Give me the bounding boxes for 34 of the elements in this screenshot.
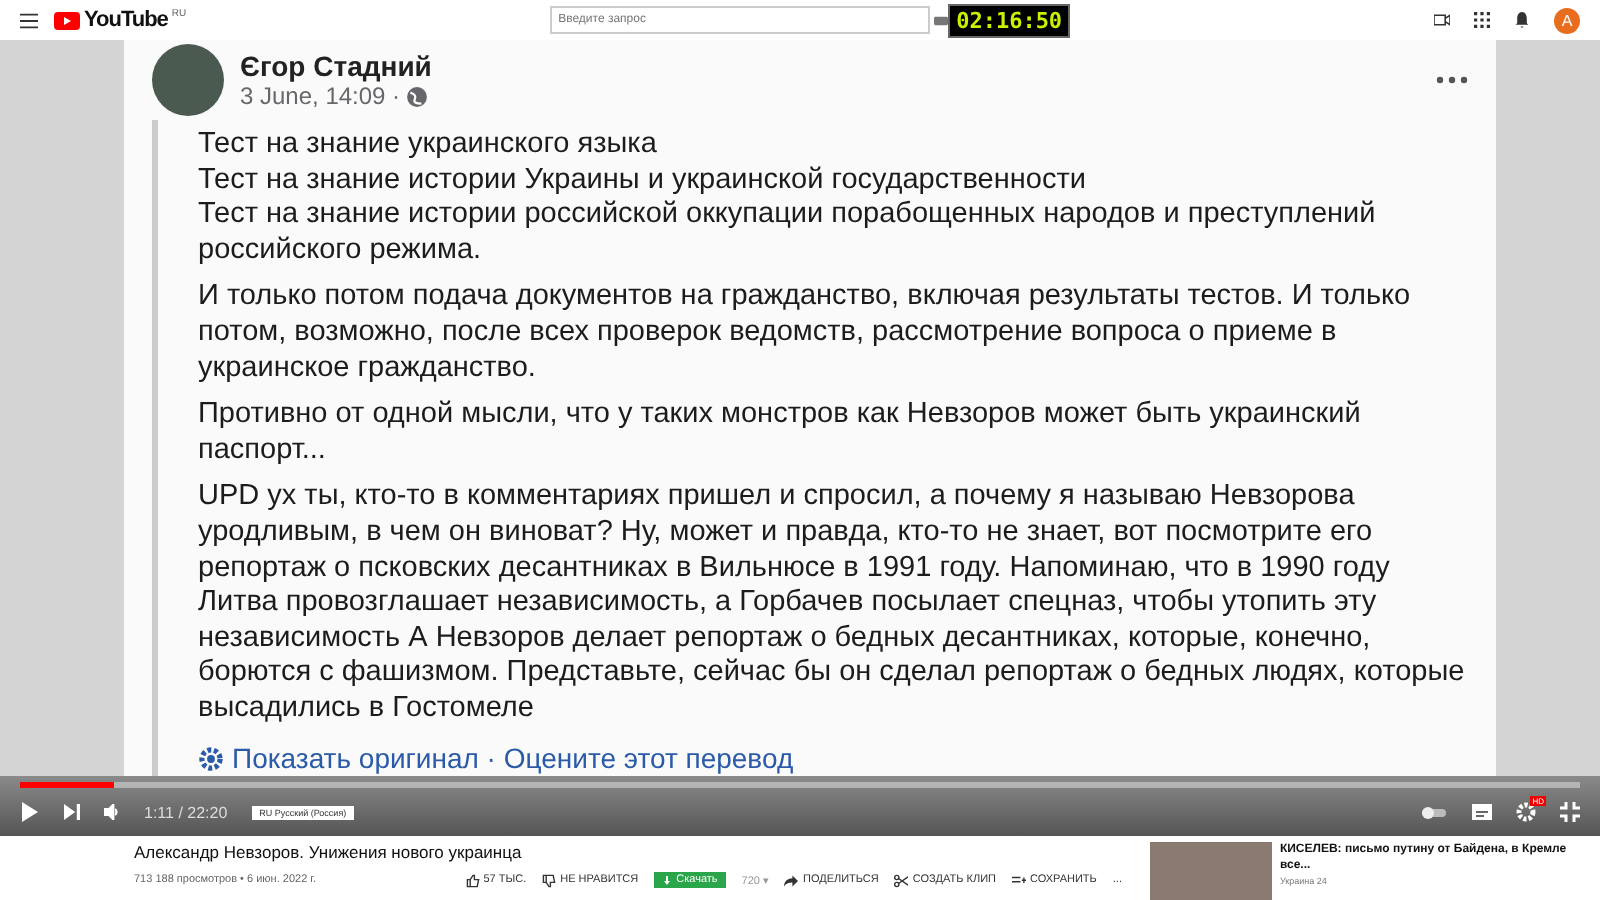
scissors-icon[interactable] [894,873,909,887]
share-arrow-icon[interactable] [784,873,799,887]
progress-track[interactable] [20,782,1580,788]
translation-link[interactable]: Показать оригинал · Оцените этот перевод [232,742,794,774]
thumbs-down-icon[interactable] [542,873,557,887]
avatar-placeholder [152,44,224,116]
autoplay-toggle[interactable] [1420,805,1448,819]
volume-icon[interactable] [104,804,120,820]
apps-grid-icon[interactable] [1474,12,1490,28]
bell-icon[interactable] [1514,12,1530,28]
gear-icon [198,745,224,771]
post-date: 3 June, 14:09 · [240,82,401,110]
play-icon[interactable] [20,802,40,822]
play-logo-icon [54,11,80,29]
download-icon[interactable] [662,875,673,885]
post-paragraph: И только потом подача документов на гражданство, включая результаты тестов. И только потом, возможно, после всех проверок ведомств, рассмотрение вопроса о приеме в украинское гражданство. [198,280,1413,387]
exit-fullscreen-icon[interactable] [1560,802,1580,822]
add-to-playlist-icon[interactable] [1011,873,1026,887]
logo-text[interactable]: YouTube [84,8,168,32]
video-camera-icon[interactable] [1434,12,1450,28]
post-paragraph: Тест на знание украинского языка Тест на знание истории Украины и украинской государственности Тест на знание истории российской оккупации порабощенных народов и преступлений российского режима. [198,128,1378,269]
time-display: 1:11 / 22:20 [144,803,228,821]
thumbnail-placeholder[interactable] [1150,842,1272,900]
author-name: Єгор Стадний [240,50,434,82]
post-paragraph: Противно от одной мысли, что у таких монстров как Невзоров может быть украинский паспорт... [198,398,1363,469]
thumbs-up-icon[interactable] [465,873,480,887]
next-icon[interactable] [64,804,80,820]
settings-icon[interactable] [1516,802,1536,822]
menu-icon[interactable] [20,11,38,29]
more-options-icon[interactable] [1436,76,1468,84]
post-paragraph: UPD ух ты, кто-то в комментариях пришел и спросил, а почему я называю Невзорова уродливым, в чем он виноват? Ну, может и правда, кто-то не знает, вот посмотрите его репортаж о псковских десантниках в Вильнюсе в 1991 году. Напоминаю, что в 1990 году Литва провозглашает независимость, а Горбачев посылает спецназ, чтобы утопить эту независимость А Невзоров делает репортаж о бедных десантниках, которые, конечно, борются с фашизмом. Представьте, сейчас бы он сделал репортаж о бедных людях, которые высадились в Гостомеле [198,480,1467,727]
timer-overlay: 02:16:50 [948,3,1071,37]
subtitles-icon[interactable] [1472,802,1492,822]
video-title: Александр Невзоров. Унижения нового украинца [134,842,524,862]
